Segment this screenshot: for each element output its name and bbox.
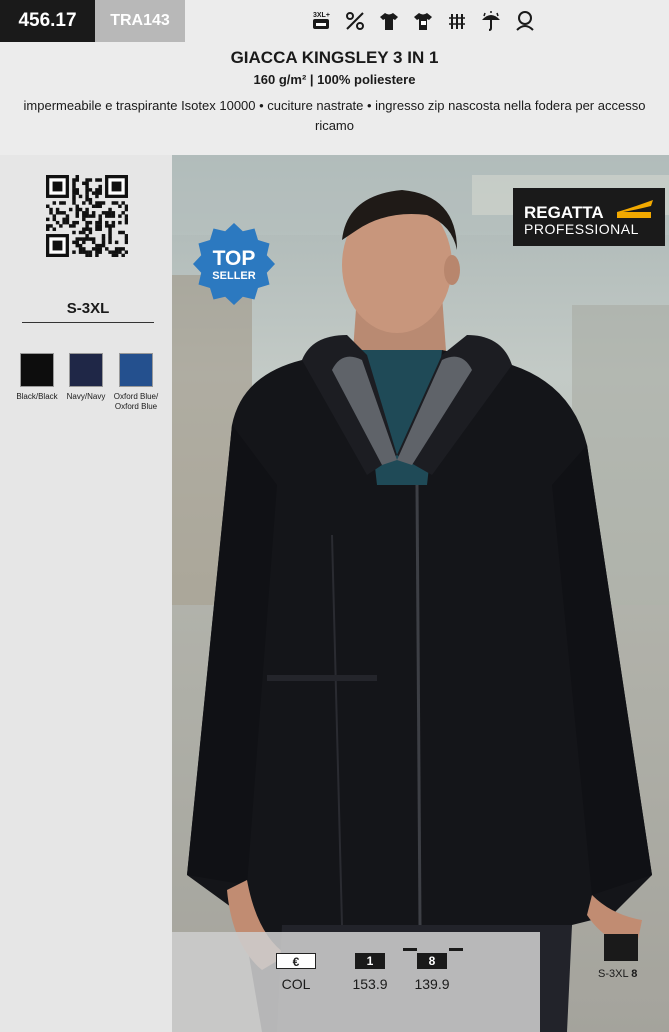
color-swatch-oxford-blue[interactable]: [119, 353, 153, 387]
badge-label-top: TOP: [212, 247, 256, 270]
col-label: COL: [281, 976, 311, 992]
waterproof-icon: [480, 10, 502, 32]
brand-logo: REGATTA PROFESSIONAL: [513, 188, 665, 246]
currency-header: €: [276, 953, 316, 969]
color-label-oxford-blue: Oxford Blue/ Oxford Blue: [113, 392, 159, 411]
price-qty-1: 153.9: [352, 976, 388, 992]
color-swatch-black[interactable]: [20, 353, 54, 387]
brand-sub: PROFESSIONAL: [524, 221, 639, 237]
hood-icon: [514, 10, 536, 32]
divider: [403, 948, 417, 951]
qr-code[interactable]: [46, 175, 129, 258]
product-ref: TRA143: [95, 0, 185, 42]
price-qty-8: 139.9: [414, 976, 450, 992]
divider: [22, 322, 154, 323]
breathable-icon: [446, 10, 468, 32]
product-code: 456.17: [0, 0, 95, 42]
header-bar: 456.17 TRA143 3XL+: [0, 0, 669, 42]
pack-qty: 8: [631, 968, 638, 980]
color-label-black: Black/Black: [16, 392, 58, 401]
qty-8-header: 8: [417, 953, 447, 969]
size-icon-text: 3XL+: [313, 12, 330, 19]
color-label-navy: Navy/Navy: [66, 392, 106, 401]
product-description: impermeabile e traspirante Isotex 10000 …: [23, 98, 646, 133]
badge-label-seller: SELLER: [212, 270, 256, 282]
size-range: S-3XL: [66, 300, 110, 317]
qty-1-header: 1: [355, 953, 385, 969]
pack-sizes: S-3XL: [598, 968, 629, 980]
carton-icon: [604, 934, 638, 961]
product-subtitle: 160 g/m² | 100% poliestere: [253, 72, 416, 87]
feature-icons: 3XL+: [310, 10, 536, 32]
pack-info: S-3XL 8: [598, 968, 637, 980]
tape-seams-icon: [344, 10, 366, 32]
divider: [449, 948, 463, 951]
brand-swoosh-icon: [617, 200, 653, 218]
product-title: GIACCA KINGSLEY 3 IN 1: [230, 48, 439, 67]
tshirt-icon: [378, 10, 400, 32]
sidebar: [0, 155, 172, 1032]
color-swatch-navy[interactable]: [69, 353, 103, 387]
embroidery-icon: [412, 10, 434, 32]
size-extended-icon: 3XL+: [310, 10, 332, 32]
